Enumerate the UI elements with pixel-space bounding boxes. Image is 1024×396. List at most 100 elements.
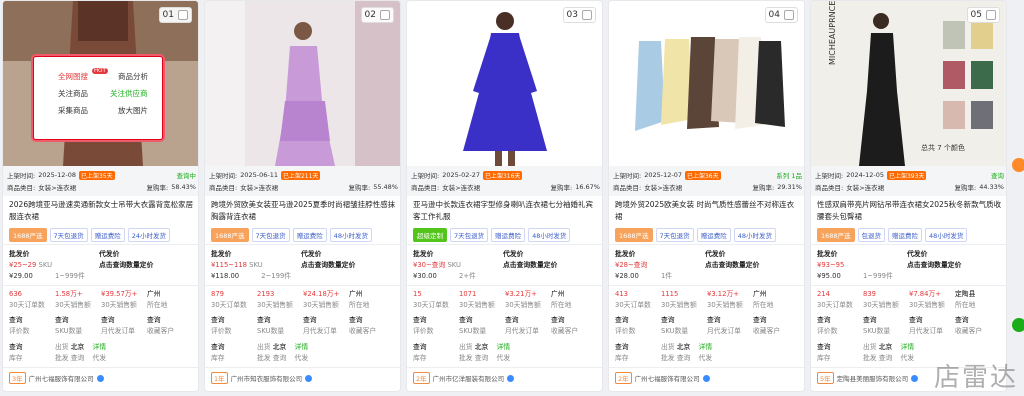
detail-link[interactable]: 详情 xyxy=(93,343,107,351)
supplier-name[interactable]: 广州市亿洋服装有限公司 xyxy=(433,373,505,383)
reviews-query[interactable]: 查询 xyxy=(211,315,231,326)
service-badges: 1688严选 7天包退货 赠运费险 48小时发货 xyxy=(615,228,776,242)
select-checkbox[interactable] xyxy=(784,10,794,20)
sku-query[interactable]: 查询 xyxy=(257,315,284,326)
select-checkbox[interactable] xyxy=(380,10,390,20)
origin-value[interactable]: 北京 xyxy=(273,343,287,351)
wholesale-query[interactable]: 查询 xyxy=(273,354,287,362)
menu-analysis[interactable]: 商品分析 xyxy=(118,71,148,82)
product-title[interactable]: 跨境外贸2025欧美女装 时尚气质性感蕾丝不对称连衣裙 xyxy=(615,199,801,223)
dropship-query[interactable]: 查询 xyxy=(707,315,741,326)
reviews-label: 评价数 xyxy=(9,327,30,335)
dropship-query[interactable]: 查询 xyxy=(303,315,337,326)
wholesale-query[interactable]: 查询 xyxy=(71,354,85,362)
supplier-name[interactable]: 广州市知衣服饰有限公司 xyxy=(231,373,303,383)
fav-query[interactable]: 查询 xyxy=(551,315,578,326)
product-card[interactable]: 03 上架时间: 2025-02-27 已上架316天 商品类目: 女装>连衣裙 复购率… xyxy=(406,0,603,392)
reviews-query[interactable]: 查询 xyxy=(615,315,635,326)
wholesale-query[interactable]: 查询 xyxy=(879,354,893,362)
query-price-link[interactable]: 点击查询数量定价 xyxy=(503,260,557,271)
sales-value: 839 xyxy=(863,290,876,298)
sku-query[interactable]: 查询 xyxy=(661,315,688,326)
origin-stat: 出货 北京 详情 批发 查询 代发 xyxy=(459,342,510,364)
menu-follow[interactable]: 关注商品 xyxy=(58,88,88,99)
listed-label: 上架时间: xyxy=(7,172,36,180)
stock-query[interactable]: 查询 xyxy=(817,342,831,353)
wholesale-label: 批发价 xyxy=(413,250,434,258)
product-title[interactable]: 性感双肩带亮片网钻吊带连衣裙女2025秋冬新款气质收腰套头包臀裙 xyxy=(817,199,1003,223)
detail-link[interactable]: 详情 xyxy=(295,343,309,351)
wholesale-query[interactable]: 查询 xyxy=(475,354,489,362)
reviews-label: 评价数 xyxy=(211,327,232,335)
origin-value[interactable]: 北京 xyxy=(677,343,691,351)
menu-collect[interactable]: 采集商品 xyxy=(58,105,88,116)
origin-value[interactable]: 北京 xyxy=(879,343,893,351)
stock-query[interactable]: 查询 xyxy=(615,342,629,353)
repurchase-label: 复购率: xyxy=(954,184,977,192)
card-index: 05 xyxy=(966,7,1000,23)
detail-link[interactable]: 详情 xyxy=(901,343,915,351)
chat-icon[interactable] xyxy=(1012,318,1024,332)
reviews-label: 评价数 xyxy=(615,327,636,335)
product-card[interactable]: 01 上架时间: 2025-12-08 已上架35天 查询中 商品类目: 女装>连衣裙 复… xyxy=(2,0,199,392)
supplier-row[interactable]: 5年 定陶县美丽服饰有限公司 xyxy=(817,372,919,384)
dropship-query[interactable]: 查询 xyxy=(909,315,943,326)
product-title[interactable]: 亚马逊中长款连衣裙字型修身喇叭连衣裙七分袖婚礼宾客工作礼服 xyxy=(413,199,599,223)
reviews-query[interactable]: 查询 xyxy=(9,315,29,326)
stock-query[interactable]: 查询 xyxy=(413,342,427,353)
menu-follow-supplier[interactable]: 关注供应商 xyxy=(110,88,148,99)
wholesale-query[interactable]: 查询 xyxy=(677,354,691,362)
product-image[interactable] xyxy=(205,1,400,166)
product-card[interactable]: 02 上架时间: 2025-06-11 已上架211天 商品类目: 女装>连衣裙 复购率… xyxy=(204,0,401,392)
sales-stat: 1115 30天销售额 xyxy=(661,289,697,311)
sku-query[interactable]: 查询 xyxy=(459,315,486,326)
verified-icon xyxy=(702,374,710,382)
supplier-name[interactable]: 广州七福服饰有限公司 xyxy=(635,373,700,383)
fav-label: 收藏客户 xyxy=(551,327,579,335)
product-image[interactable]: MICHEAUPRNCE 总共 7 个颜色 xyxy=(811,1,1006,166)
query-price-link[interactable]: 点击查询数量定价 xyxy=(907,260,961,271)
menu-all-net-search[interactable]: 全网图搜 xyxy=(58,71,88,82)
divider xyxy=(3,244,198,245)
supplier-row[interactable]: 2年 广州七福服饰有限公司 xyxy=(615,372,710,384)
select-checkbox[interactable] xyxy=(178,10,188,20)
origin-value[interactable]: 北京 xyxy=(475,343,489,351)
product-title[interactable]: 跨境外贸欧美女装亚马逊2025夏季时尚褶皱挂脖性感抹胸露背连衣裙 xyxy=(211,199,397,223)
dropship-query[interactable]: 查询 xyxy=(505,315,539,326)
sku-query[interactable]: 查询 xyxy=(55,315,82,326)
select-checkbox[interactable] xyxy=(986,10,996,20)
query-price-link[interactable]: 点击查询数量定价 xyxy=(99,260,153,271)
supplier-name[interactable]: 广州七福服饰有限公司 xyxy=(29,373,94,383)
stock-query[interactable]: 查询 xyxy=(9,342,23,353)
product-image[interactable] xyxy=(407,1,602,166)
reviews-query[interactable]: 查询 xyxy=(817,315,837,326)
product-card[interactable]: MICHEAUPRNCE 总共 7 个颜色 05 上架时间: 2024-12-05… xyxy=(810,0,1007,392)
query-price-link[interactable]: 点击查询数量定价 xyxy=(301,260,355,271)
revenue-label: 30天销售额 xyxy=(707,301,743,309)
reviews-query[interactable]: 查询 xyxy=(413,315,433,326)
supplier-row[interactable]: 1年 广州市知衣服饰有限公司 xyxy=(211,372,313,384)
product-image[interactable] xyxy=(609,1,804,166)
detail-link[interactable]: 详情 xyxy=(699,343,713,351)
fav-query[interactable]: 查询 xyxy=(753,315,780,326)
fav-query[interactable]: 查询 xyxy=(955,315,982,326)
city-label: 所在地 xyxy=(349,301,370,309)
select-checkbox[interactable] xyxy=(582,10,592,20)
supplier-row[interactable]: 2年 广州市亿洋服装有限公司 xyxy=(413,372,515,384)
menu-zoom[interactable]: 放大图片 xyxy=(118,105,148,116)
floating-tool-icon[interactable] xyxy=(1012,158,1024,172)
fav-query[interactable]: 查询 xyxy=(349,315,376,326)
supplier-row[interactable]: 3年 广州七福服饰有限公司 xyxy=(9,372,104,384)
product-card[interactable]: 04 上架时间: 2025-12-07 已上架36天 系列 1品 商品类目: 女装>连衣… xyxy=(608,0,805,392)
dropship-query[interactable]: 查询 xyxy=(101,315,135,326)
supplier-name[interactable]: 定陶县美丽服饰有限公司 xyxy=(837,373,909,383)
fav-query[interactable]: 查询 xyxy=(147,315,174,326)
sku-query[interactable]: 查询 xyxy=(863,315,890,326)
query-price-link[interactable]: 点击查询数量定价 xyxy=(705,260,759,271)
origin-value[interactable]: 北京 xyxy=(71,343,85,351)
sku-stat: 查询 SKU数量 xyxy=(863,315,890,337)
reviews-label: 评价数 xyxy=(817,327,838,335)
detail-link[interactable]: 详情 xyxy=(497,343,511,351)
product-title[interactable]: 2026跨境亚马逊速卖通新款女士吊带大衣露背宽松家居服连衣裙 xyxy=(9,199,195,223)
stock-query[interactable]: 查询 xyxy=(211,342,225,353)
